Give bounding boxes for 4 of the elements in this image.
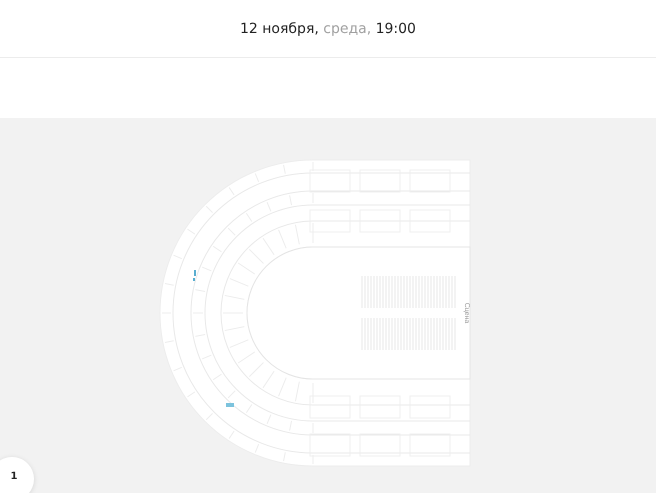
count-badge[interactable]: 1 [0, 457, 34, 493]
available-seat-marker[interactable] [193, 270, 196, 281]
event-date: 12 ноября, среда, 19:00 [240, 20, 416, 36]
available-seat-marker[interactable] [226, 403, 234, 407]
